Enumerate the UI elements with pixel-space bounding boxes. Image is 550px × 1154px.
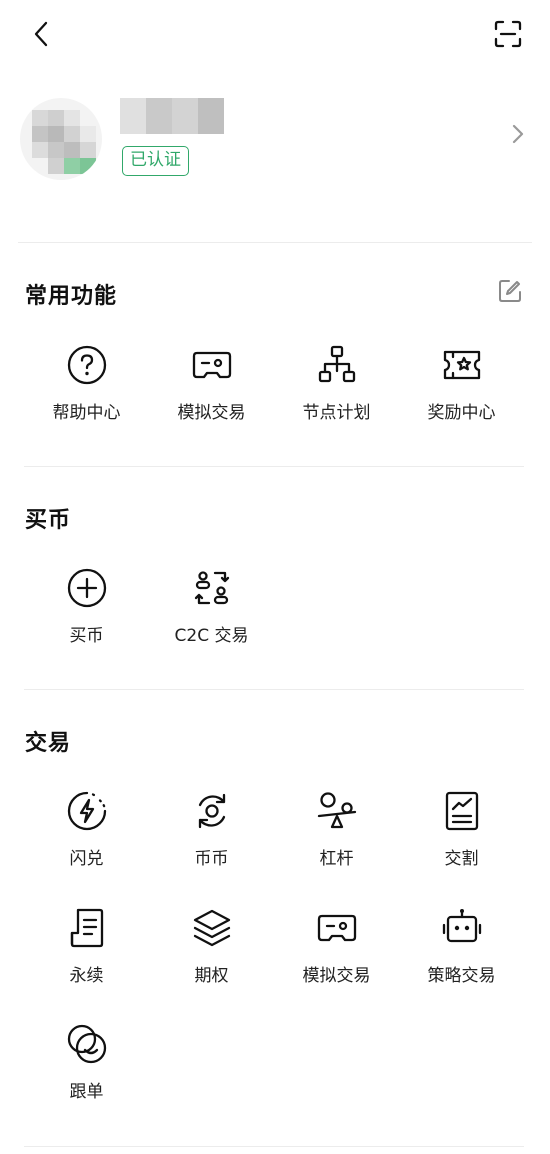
copy-coins-icon	[66, 1023, 108, 1065]
tile-label: 帮助中心	[52, 403, 121, 423]
tile-c2c-trade[interactable]: C2C 交易	[149, 567, 274, 667]
tile-rewards-center[interactable]: 奖励中心	[399, 344, 524, 444]
back-arrow-icon	[31, 21, 53, 47]
tile-strategy-trading[interactable]: 策略交易	[399, 907, 524, 1007]
tile-margin[interactable]: 杠杆	[274, 790, 399, 890]
profile-card[interactable]: 已认证	[0, 88, 550, 198]
ticket-star-icon	[441, 344, 483, 386]
tile-buy-crypto[interactable]: 买币	[24, 567, 149, 667]
tile-label: 节点计划	[302, 403, 371, 423]
tile-label: 买币	[69, 626, 104, 646]
tile-label: 奖励中心	[427, 403, 496, 423]
contract-document-icon	[66, 907, 108, 949]
divider	[24, 689, 524, 690]
tile-options[interactable]: 期权	[149, 907, 274, 1007]
tile-help-center[interactable]: 帮助中心	[24, 344, 149, 444]
tile-demo-trading[interactable]: 模拟交易	[149, 344, 274, 444]
lever-balance-icon	[316, 790, 358, 832]
divider	[18, 242, 532, 243]
tile-label: 期权	[194, 966, 229, 986]
top-bar	[0, 0, 550, 70]
network-icon	[316, 344, 358, 386]
c2c-exchange-icon	[191, 567, 233, 609]
avatar	[20, 98, 102, 180]
coin-rotate-icon	[191, 790, 233, 832]
tile-spot[interactable]: 币币	[149, 790, 274, 890]
edit-icon	[497, 278, 523, 304]
scan-button[interactable]	[490, 16, 526, 52]
lightning-circle-icon	[66, 790, 108, 832]
scan-icon	[494, 20, 522, 48]
tile-perpetual[interactable]: 永续	[24, 907, 149, 1007]
divider	[24, 1146, 524, 1147]
chart-document-icon	[441, 790, 483, 832]
layers-icon	[191, 907, 233, 949]
tile-node-plan[interactable]: 节点计划	[274, 344, 399, 444]
gamepad-icon	[316, 907, 358, 949]
tile-label: 模拟交易	[302, 966, 371, 986]
section-title-buy: 买币	[25, 508, 72, 533]
robot-icon	[441, 907, 483, 949]
tile-label: 币币	[194, 849, 229, 869]
edit-button[interactable]	[497, 278, 523, 304]
tile-copy-trading[interactable]: 跟单	[24, 1023, 149, 1123]
tile-label: 策略交易	[427, 966, 496, 986]
tile-demo-trading-2[interactable]: 模拟交易	[274, 907, 399, 1007]
tile-label: 杠杆	[319, 849, 354, 869]
section-title-trade: 交易	[25, 731, 72, 756]
tile-label: 闪兑	[69, 849, 104, 869]
divider	[24, 466, 524, 467]
username-blurred	[120, 98, 224, 134]
tile-label: C2C 交易	[174, 626, 249, 646]
tile-label: 交割	[444, 849, 479, 869]
gamepad-icon	[191, 344, 233, 386]
tile-flash-swap[interactable]: 闪兑	[24, 790, 149, 890]
verified-badge: 已认证	[122, 146, 189, 176]
tile-futures-delivery[interactable]: 交割	[399, 790, 524, 890]
tile-label: 跟单	[69, 1082, 104, 1102]
tile-label: 模拟交易	[177, 403, 246, 423]
chevron-right-icon[interactable]	[508, 122, 528, 146]
plus-circle-icon	[66, 567, 108, 609]
section-title-common: 常用功能	[25, 284, 118, 309]
help-icon	[66, 344, 108, 386]
back-button[interactable]	[24, 16, 60, 52]
tile-label: 永续	[69, 966, 104, 986]
